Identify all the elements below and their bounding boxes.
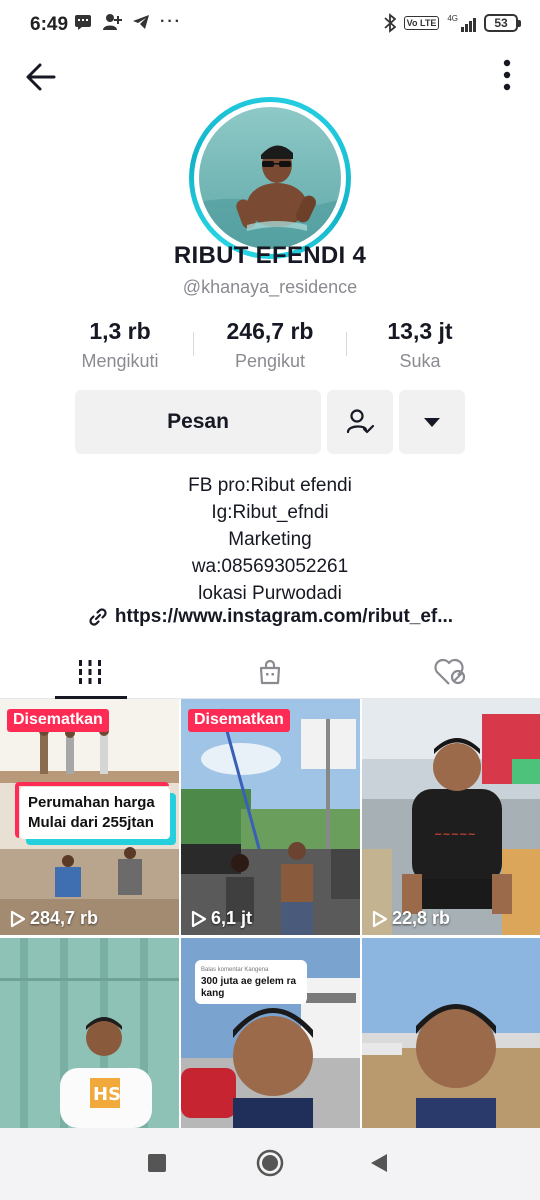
system-back-button[interactable] <box>370 1153 388 1178</box>
profile-name: RIBUT EFENDI 4 <box>173 242 367 269</box>
pinned-badge: Disematkan <box>188 709 290 732</box>
thumbnail-image <box>181 699 360 935</box>
stat-following[interactable]: 1,3 rb Mengikuti <box>45 318 195 378</box>
view-count-text: 6,1 jt <box>211 908 253 928</box>
video-thumbnail[interactable]: ~~~~~ 22,8 rb <box>362 699 540 935</box>
back-button[interactable] <box>20 56 62 98</box>
stat-value: 13,3 jt <box>387 318 453 344</box>
stat-likes[interactable]: 13,3 jt Suka <box>345 318 495 378</box>
add-user-icon <box>103 14 122 30</box>
bio-link[interactable]: https://www.instagram.com/ribut_ef... <box>0 606 540 628</box>
username[interactable]: @khanaya_residence <box>0 277 540 298</box>
link-icon <box>89 608 107 626</box>
view-count-text: 22,8 rb <box>392 908 451 928</box>
notification-icons: ··· <box>74 13 182 31</box>
arrow-left-icon <box>26 63 56 91</box>
view-count: 6,1 jt <box>191 908 252 929</box>
svg-text:~~~~~: ~~~~~ <box>434 829 476 840</box>
shopping-bag-icon <box>259 659 281 684</box>
stat-label: Mengikuti <box>81 351 159 371</box>
video-overlay-text: Perumahan harga Mulai dari 255jtan <box>15 782 170 839</box>
vertical-dots-icon <box>503 59 511 91</box>
play-icon <box>191 910 207 927</box>
bio: FB pro:Ribut efendi Ig:Ribut_efndi Marke… <box>0 472 540 607</box>
video-grid: Perumahan harga Mulai dari 255jtan Disem… <box>0 699 540 1128</box>
comment-reply-title: Balas komentar Kangena <box>201 967 269 973</box>
status-bar: 6:49 ··· Vo LTE 4G 53 <box>0 0 540 50</box>
signal-icon: 4G <box>447 14 476 32</box>
network-type: 4G <box>447 14 458 23</box>
stat-label: Pengikut <box>234 351 306 371</box>
user-check-icon <box>346 409 375 434</box>
play-icon <box>372 910 388 927</box>
square-icon <box>148 1154 166 1172</box>
bio-line: Ig:Ribut_efndi <box>211 502 329 523</box>
bio-line: FB pro:Ribut efendi <box>188 475 352 496</box>
volte-icon: Vo LTE <box>403 16 440 30</box>
comment-reply-bubble: Balas komentar Kangena 300 juta ae gelem… <box>195 960 307 1004</box>
system-navigation-bar <box>0 1128 540 1200</box>
video-thumbnail[interactable]: Perumahan harga Mulai dari 255jtan Disem… <box>0 699 179 935</box>
telegram-icon <box>133 15 149 29</box>
bio-link-text: https://www.instagram.com/ribut_ef... <box>114 606 454 627</box>
stat-value: 246,7 rb <box>226 318 314 344</box>
divider <box>193 332 194 356</box>
recents-button[interactable] <box>148 1154 166 1177</box>
stat-label: Suka <box>399 351 441 371</box>
video-thumbnail[interactable] <box>362 938 540 1128</box>
view-count: 22,8 rb <box>372 908 450 929</box>
status-time: 6:49 <box>30 14 69 35</box>
bluetooth-icon <box>384 13 396 33</box>
friend-status-button[interactable] <box>327 390 393 454</box>
view-count-text: 284,7 rb <box>30 908 99 928</box>
more-options-button[interactable] <box>500 56 514 96</box>
svg-text:HS: HS <box>93 1084 121 1105</box>
bio-line: lokasi Purwodadi <box>198 583 342 604</box>
tab-videos[interactable] <box>0 645 180 698</box>
grid-icon <box>79 659 101 684</box>
stat-followers[interactable]: 246,7 rb Pengikut <box>195 318 345 378</box>
stat-value: 1,3 rb <box>89 318 151 344</box>
battery-indicator: 53 <box>484 14 521 32</box>
thumbnail-image <box>362 938 540 1128</box>
more-notifications-icon: ··· <box>160 13 182 30</box>
thumbnail-image: ~~~~~ <box>362 699 540 935</box>
pinned-badge: Disematkan <box>7 709 109 732</box>
message-icon <box>75 15 91 30</box>
triangle-back-icon <box>371 1154 387 1172</box>
tab-liked[interactable] <box>360 645 540 698</box>
stats-row: 1,3 rb Mengikuti 246,7 rb Pengikut 13,3 … <box>45 318 495 378</box>
tab-shop[interactable] <box>180 645 360 698</box>
comment-reply-text: 300 juta ae gelem ra kang <box>201 976 297 999</box>
video-thumbnail[interactable]: Balas komentar Kangena 300 juta ae gelem… <box>181 938 360 1128</box>
status-right: Vo LTE 4G 53 <box>384 13 521 33</box>
video-thumbnail[interactable]: HS <box>0 938 179 1128</box>
bio-line: wa:085693052261 <box>191 556 349 577</box>
home-button[interactable] <box>256 1149 284 1182</box>
avatar[interactable] <box>189 97 351 259</box>
profile-tabs <box>0 645 540 699</box>
suggestions-dropdown-button[interactable] <box>399 390 465 454</box>
liked-heart-icon <box>434 658 466 685</box>
avatar-image <box>199 107 341 249</box>
message-button[interactable]: Pesan <box>75 390 321 454</box>
video-thumbnail[interactable]: Disematkan 6,1 jt <box>181 699 360 935</box>
divider <box>346 332 347 356</box>
circle-icon <box>256 1149 284 1177</box>
bio-line: Marketing <box>228 529 312 550</box>
play-icon <box>10 910 26 927</box>
view-count: 284,7 rb <box>10 908 98 929</box>
caret-down-icon <box>424 418 440 427</box>
thumbnail-image: HS <box>0 938 179 1128</box>
